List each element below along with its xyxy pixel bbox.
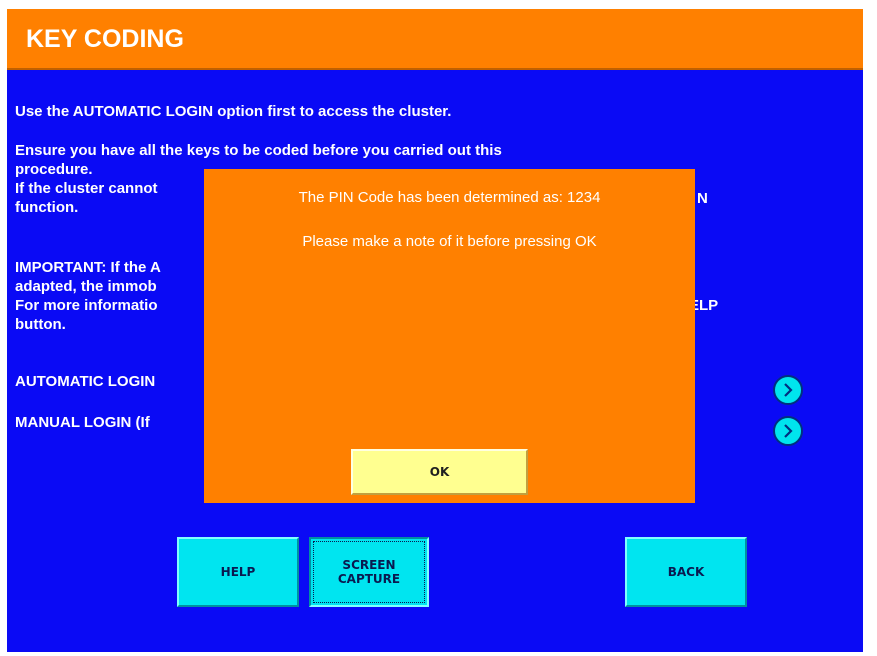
automatic-login-arrow-button[interactable]	[773, 375, 803, 405]
pin-code-dialog: The PIN Code has been determined as: 123…	[204, 169, 695, 503]
automatic-login-label: AUTOMATIC LOGIN	[15, 373, 156, 390]
important-note-line4: button.	[15, 316, 66, 333]
instruction-keys-line3-tail: N	[697, 190, 708, 207]
important-note-line2: adapted, the immob	[15, 278, 157, 295]
help-button[interactable]: HELP	[177, 537, 299, 607]
chevron-right-icon	[784, 383, 793, 397]
chevron-right-icon	[784, 424, 793, 438]
instruction-automatic-login: Use the AUTOMATIC LOGIN option first to …	[15, 103, 452, 120]
important-note: IMPORTANT: If the A adapted, the immob F…	[15, 258, 161, 334]
page-title: KEY CODING	[26, 25, 184, 53]
key-coding-screen: KEY CODING Use the AUTOMATIC LOGIN optio…	[7, 9, 863, 652]
important-note-line1: IMPORTANT: If the A	[15, 259, 161, 276]
manual-login-arrow-button[interactable]	[773, 416, 803, 446]
ok-button[interactable]: OK	[351, 449, 528, 495]
important-note-line3: For more informatio	[15, 297, 158, 314]
screen-capture-button[interactable]: SCREEN CAPTURE	[309, 537, 429, 607]
pin-code-message: The PIN Code has been determined as: 123…	[298, 189, 601, 206]
pin-note-message: Please make a note of it before pressing…	[302, 233, 597, 250]
instruction-keys-line1: Ensure you have all the keys to be coded…	[15, 142, 502, 159]
screen-capture-label: SCREEN CAPTURE	[337, 558, 401, 586]
title-bar: KEY CODING	[7, 9, 863, 70]
manual-login-label: MANUAL LOGIN (If	[15, 414, 150, 431]
back-button[interactable]: BACK	[625, 537, 747, 607]
